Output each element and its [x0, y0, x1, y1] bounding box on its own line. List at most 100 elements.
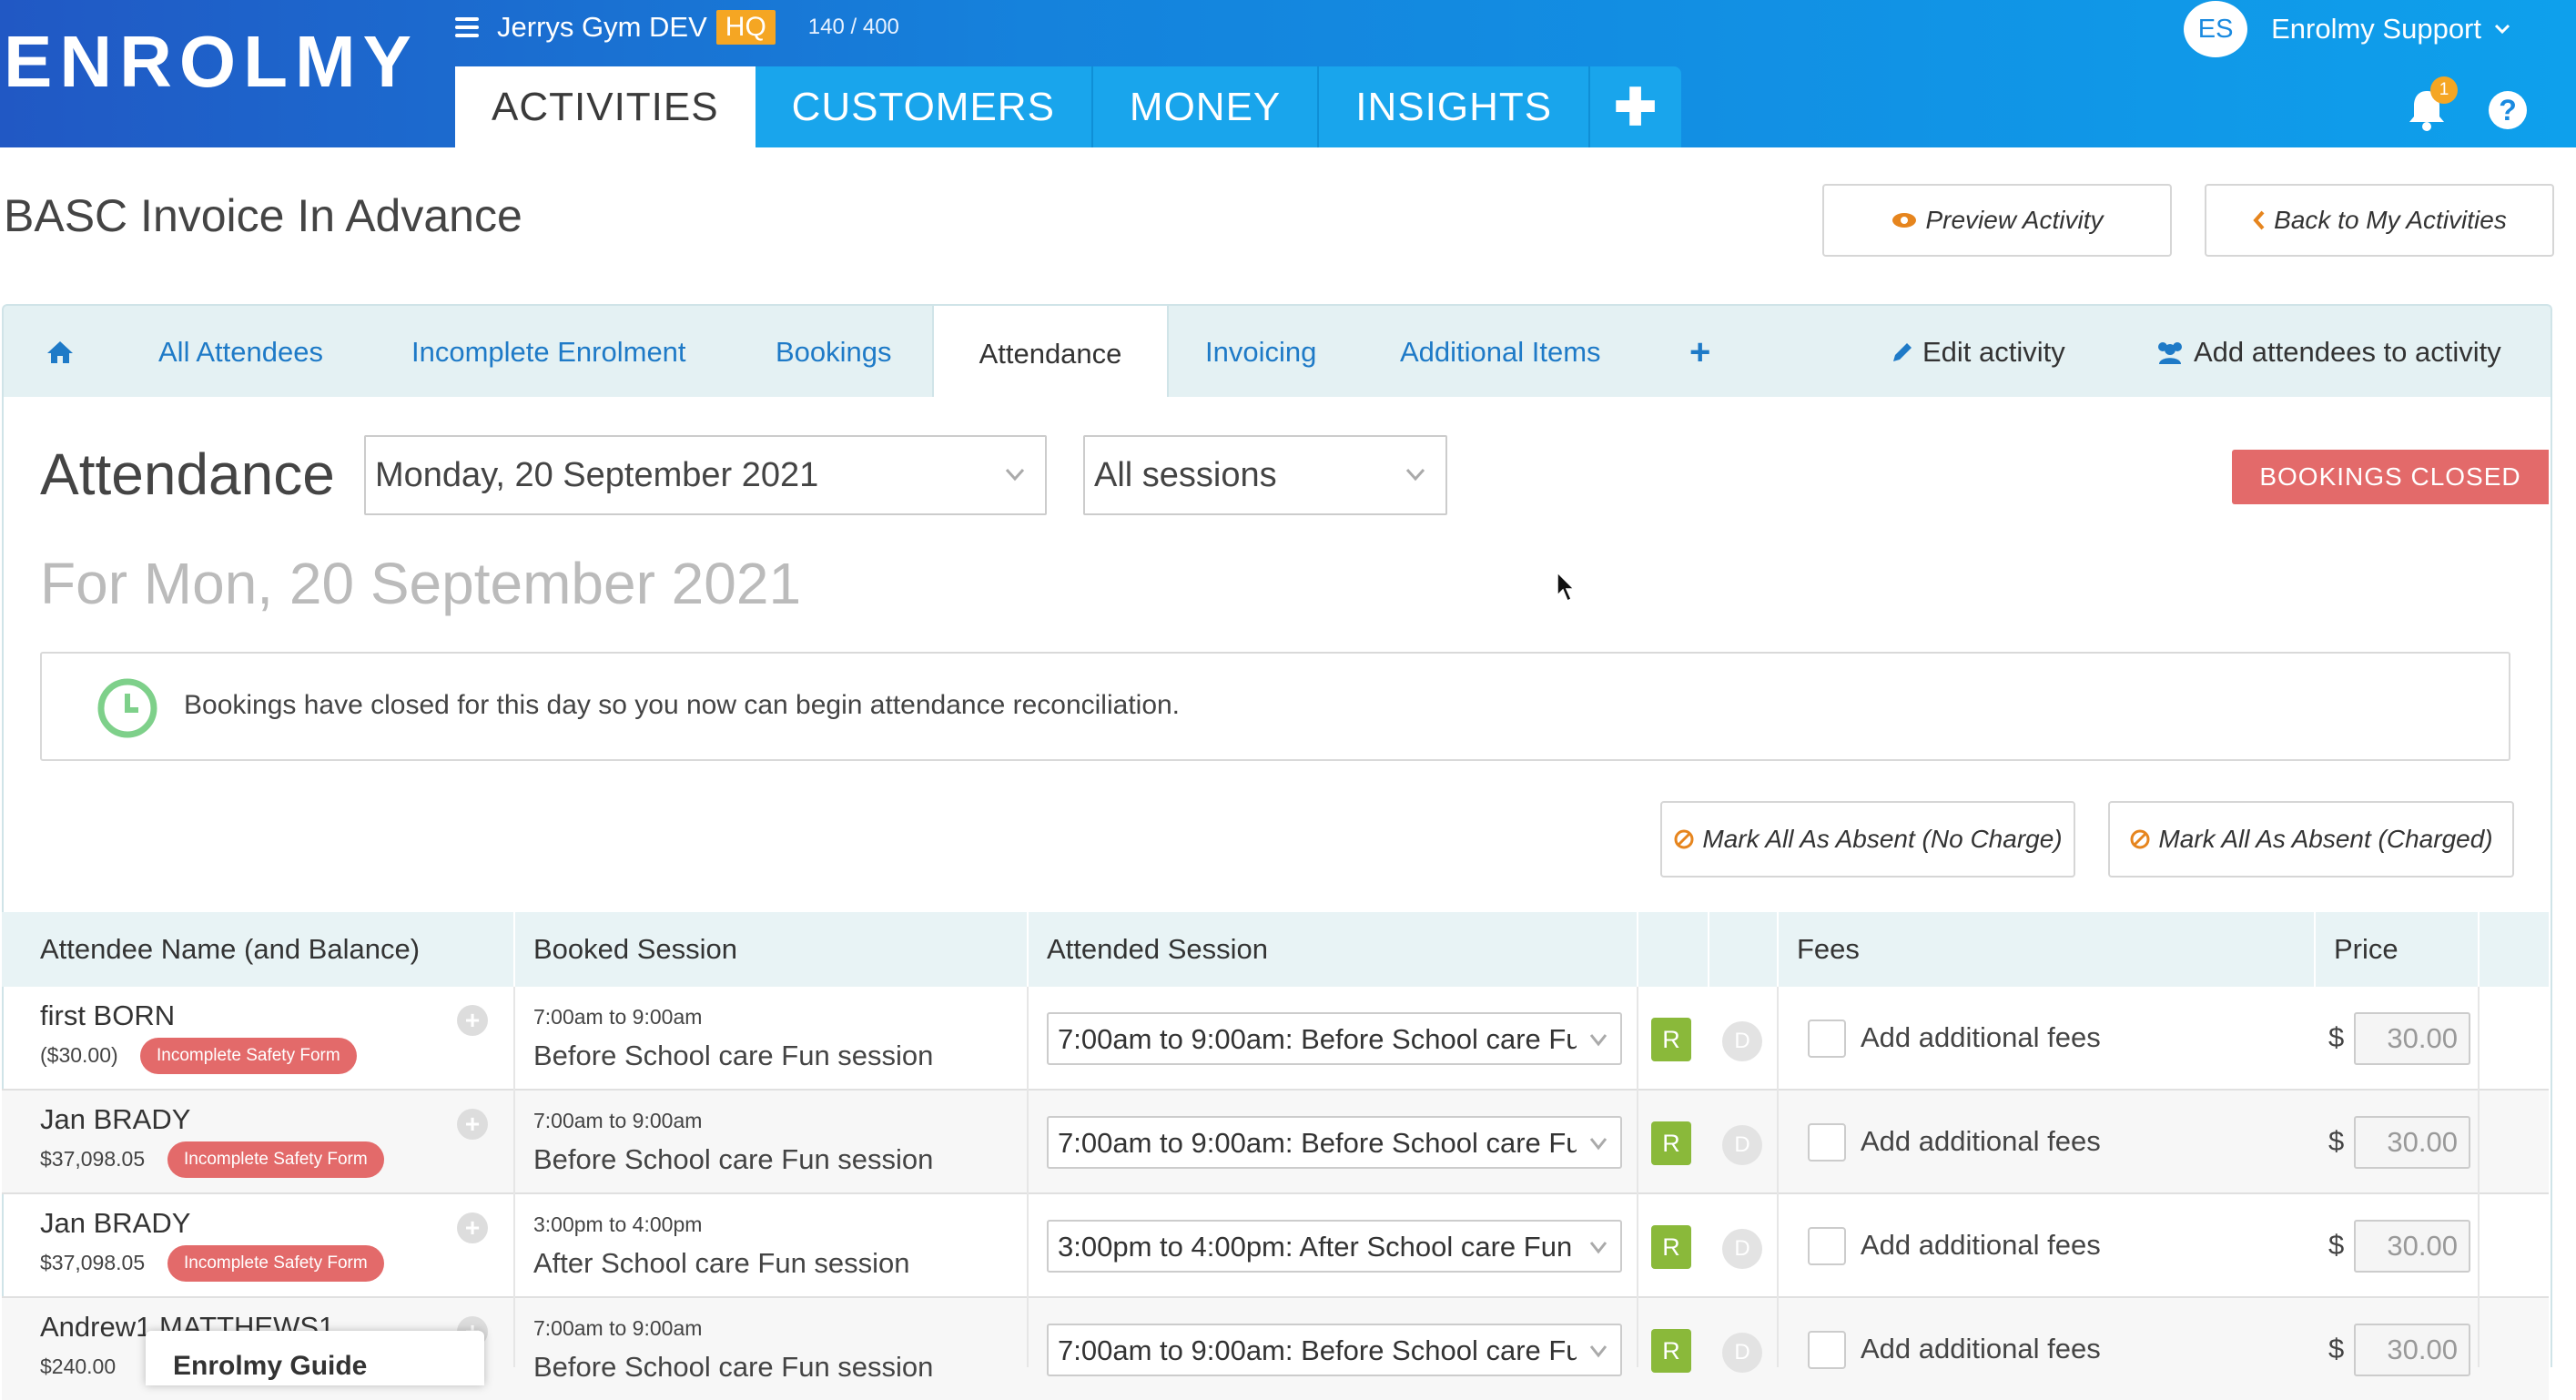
attended-session-select[interactable]: 3:00pm to 4:00pm: After School care Fun …	[1047, 1220, 1622, 1273]
attendee-balance: $37,098.05	[40, 1147, 146, 1171]
table-row: Jan BRADY $37,098.05 Incomplete Safety F…	[2, 1194, 2549, 1298]
tab-activities[interactable]: ACTIVITIES	[455, 66, 756, 147]
column-divider	[2478, 912, 2480, 987]
register-attended-button[interactable]: R	[1651, 1018, 1691, 1061]
column-header-booked-session[interactable]: Booked Session	[533, 912, 737, 987]
additional-fees-checkbox[interactable]	[1808, 1331, 1846, 1369]
tab-home[interactable]	[46, 306, 75, 399]
tab-incomplete-enrolment[interactable]: Incomplete Enrolment	[411, 306, 686, 399]
ban-icon	[1674, 829, 1694, 849]
add-attendees-link[interactable]: Add attendees to activity	[2154, 306, 2501, 399]
mouse-cursor-icon	[1557, 572, 1576, 603]
attendance-table-header: Attendee Name (and Balance) Booked Sessi…	[2, 912, 2549, 987]
additional-fees-label: Add additional fees	[1861, 1333, 2101, 1364]
user-menu[interactable]: ES Enrolmy Support	[2184, 1, 2512, 57]
register-attended-button[interactable]: R	[1651, 1225, 1691, 1269]
tab-attendance[interactable]: Attendance	[932, 306, 1169, 402]
chevron-down-icon	[1589, 1134, 1607, 1152]
help-button[interactable]: ?	[2489, 91, 2527, 129]
attended-session-select[interactable]: 7:00am to 9:00am: Before School care Fun…	[1047, 1324, 1622, 1376]
back-to-my-activities-button[interactable]: Back to My Activities	[2205, 184, 2554, 257]
session-select[interactable]: All sessions	[1083, 435, 1447, 515]
tab-bookings[interactable]: Bookings	[776, 306, 892, 399]
currency-symbol: $	[2328, 1021, 2345, 1053]
bookings-closed-badge: BOOKINGS CLOSED	[2232, 450, 2549, 504]
chevron-down-icon[interactable]	[2492, 19, 2512, 39]
add-attendees-label: Add attendees to activity	[2194, 336, 2501, 368]
add-attendee-note-icon[interactable]: +	[457, 1212, 488, 1243]
additional-fees-label: Add additional fees	[1861, 1229, 2101, 1261]
mark-absent-button[interactable]: D	[1722, 1333, 1762, 1373]
tab-invoicing[interactable]: Invoicing	[1205, 306, 1316, 399]
attendee-balance: $37,098.05	[40, 1251, 146, 1274]
tab-additional-items[interactable]: Additional Items	[1400, 306, 1601, 399]
session-select-value: All sessions	[1094, 455, 1277, 494]
price-input[interactable]: 30.00	[2354, 1116, 2470, 1169]
attendee-name[interactable]: Jan BRADY	[40, 1103, 190, 1136]
preview-activity-label: Preview Activity	[1925, 206, 2104, 234]
attendee-name[interactable]: first BORN	[40, 999, 175, 1032]
mark-absent-button[interactable]: D	[1722, 1021, 1762, 1061]
tab-money[interactable]: MONEY	[1092, 66, 1320, 147]
enrolmy-logo[interactable]: ENROLMY	[4, 25, 419, 98]
price-input[interactable]: 30.00	[2354, 1012, 2470, 1065]
add-attendee-note-icon[interactable]: +	[457, 1109, 488, 1140]
add-attendee-note-icon[interactable]: +	[457, 1005, 488, 1036]
additional-fees-label: Add additional fees	[1861, 1125, 2101, 1157]
additional-fees-checkbox[interactable]	[1808, 1227, 1846, 1265]
bookings-closed-info-box: Bookings have closed for this day so you…	[40, 652, 2510, 761]
attended-session-select[interactable]: 7:00am to 9:00am: Before School care Fun…	[1047, 1116, 1622, 1169]
incomplete-safety-form-tag[interactable]: Incomplete Safety Form	[140, 1038, 357, 1074]
attendee-name[interactable]: Jan BRADY	[40, 1207, 190, 1240]
enrolmy-guide-popup[interactable]: Enrolmy Guide	[146, 1331, 484, 1385]
preview-activity-button[interactable]: Preview Activity	[1822, 184, 2172, 257]
mark-all-absent-no-charge-button[interactable]: Mark All As Absent (No Charge)	[1660, 801, 2075, 878]
price-input[interactable]: 30.00	[2354, 1220, 2470, 1273]
attended-session-value: 7:00am to 9:00am: Before School care Fun…	[1058, 1127, 1577, 1159]
edit-activity-link[interactable]: Edit activity	[1890, 306, 2065, 399]
add-tab-button[interactable]: ✚	[1590, 66, 1681, 147]
incomplete-safety-form-tag[interactable]: Incomplete Safety Form	[167, 1141, 384, 1178]
column-header-attendee[interactable]: Attendee Name (and Balance)	[40, 912, 420, 987]
tab-customers[interactable]: CUSTOMERS	[755, 66, 1093, 147]
incomplete-safety-form-tag[interactable]: Incomplete Safety Form	[167, 1245, 384, 1282]
price-input[interactable]: 30.00	[2354, 1324, 2470, 1376]
tab-insights[interactable]: INSIGHTS	[1319, 66, 1591, 147]
currency-symbol: $	[2328, 1125, 2345, 1157]
column-divider	[2478, 987, 2480, 1367]
main-tabs: ACTIVITIES CUSTOMERS MONEY INSIGHTS ✚	[455, 66, 1681, 147]
currency-symbol: $	[2328, 1333, 2345, 1364]
mark-absent-button[interactable]: D	[1722, 1125, 1762, 1165]
user-name[interactable]: Enrolmy Support	[2271, 13, 2481, 46]
tab-all-attendees[interactable]: All Attendees	[158, 306, 323, 399]
column-header-attended-session[interactable]: Attended Session	[1047, 912, 1268, 987]
booked-session-name: After School care Fun session	[533, 1247, 910, 1279]
register-attended-button[interactable]: R	[1651, 1329, 1691, 1373]
menu-icon[interactable]	[455, 17, 479, 37]
add-tab-plus-button[interactable]: +	[1689, 306, 1710, 399]
column-divider	[1637, 912, 1638, 987]
pencil-icon	[1893, 343, 1912, 361]
notification-count-badge: 1	[2430, 76, 2458, 104]
booked-session-time: 7:00am to 9:00am	[533, 1316, 703, 1340]
users-icon	[2158, 342, 2182, 364]
register-attended-button[interactable]: R	[1651, 1121, 1691, 1165]
organization-name[interactable]: Jerrys Gym DEV	[497, 11, 707, 44]
attended-session-value: 7:00am to 9:00am: Before School care Fun…	[1058, 1023, 1577, 1055]
avatar[interactable]: ES	[2184, 1, 2248, 57]
organization-switcher[interactable]: Jerrys Gym DEV HQ 140 / 400	[455, 9, 899, 46]
attended-session-value: 7:00am to 9:00am: Before School care Fun…	[1058, 1334, 1577, 1366]
additional-fees-label: Add additional fees	[1861, 1021, 2101, 1053]
ban-icon	[2130, 829, 2150, 849]
date-select[interactable]: Monday, 20 September 2021	[364, 435, 1047, 515]
booked-session-time: 3:00pm to 4:00pm	[533, 1212, 703, 1236]
hq-badge: HQ	[715, 10, 776, 45]
additional-fees-checkbox[interactable]	[1808, 1020, 1846, 1058]
column-header-price[interactable]: Price	[2334, 912, 2399, 987]
mark-absent-button[interactable]: D	[1722, 1229, 1762, 1269]
additional-fees-checkbox[interactable]	[1808, 1123, 1846, 1162]
mark-all-absent-charged-button[interactable]: Mark All As Absent (Charged)	[2108, 801, 2514, 878]
booked-session-time: 7:00am to 9:00am	[533, 1109, 703, 1132]
attended-session-select[interactable]: 7:00am to 9:00am: Before School care Fun…	[1047, 1012, 1622, 1065]
column-header-fees[interactable]: Fees	[1797, 912, 1860, 987]
